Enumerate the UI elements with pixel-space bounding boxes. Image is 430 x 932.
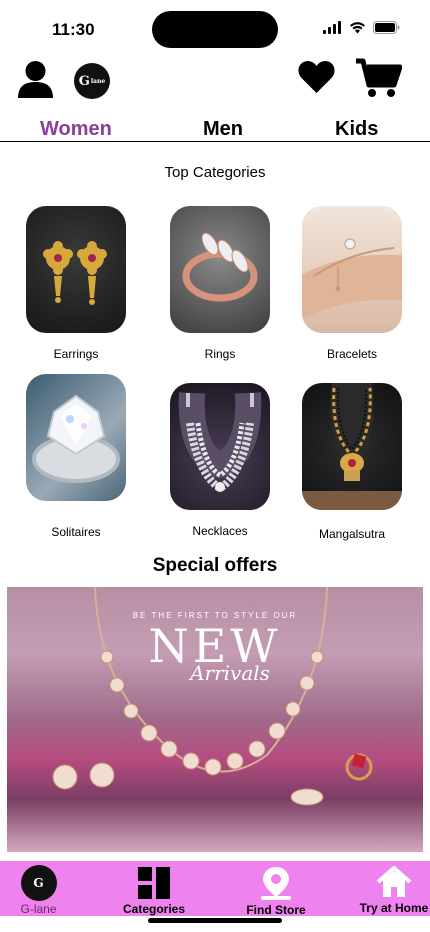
wifi-icon <box>350 22 365 34</box>
cart-icon[interactable] <box>356 58 402 98</box>
nav-find-store[interactable]: Find Store <box>244 865 308 917</box>
app-header: Glane <box>0 58 430 102</box>
category-solitaires[interactable]: Solitaires <box>21 374 131 539</box>
gender-tabs: Women Men Kids <box>0 116 430 142</box>
category-necklaces[interactable]: Necklaces <box>165 383 275 538</box>
dynamic-island <box>152 11 278 48</box>
nav-categories[interactable]: Categories <box>118 867 190 916</box>
category-label: Necklaces <box>192 524 248 538</box>
nav-label: Find Store <box>246 903 306 917</box>
category-label: Mangalsutra <box>318 527 386 541</box>
brand-logo-icon: G <box>20 865 57 901</box>
location-pin-icon <box>261 867 291 900</box>
home-icon <box>376 866 412 897</box>
status-time: 11:30 <box>52 20 95 39</box>
status-icons <box>323 21 400 34</box>
bracelets-image <box>302 206 402 333</box>
top-categories-title: Top Categories <box>164 164 266 181</box>
heart-icon[interactable] <box>298 60 335 94</box>
nav-label: Categories <box>122 902 186 916</box>
categories-icon <box>138 867 170 899</box>
special-offers-title: Special offers <box>152 555 278 576</box>
tab-men[interactable]: Men <box>203 118 243 141</box>
signal-icon <box>323 21 341 34</box>
tab-women[interactable]: Women <box>40 118 112 141</box>
necklaces-image <box>170 383 270 510</box>
category-bracelets[interactable]: Bracelets <box>297 206 407 361</box>
nav-label: G-lane <box>20 902 57 916</box>
bottom-nav: G G-lane Categories Find Store Try at Ho… <box>0 861 430 917</box>
mangalsutra-image <box>302 383 402 510</box>
user-icon[interactable] <box>17 60 54 98</box>
nav-glane[interactable]: G G-lane <box>16 865 61 916</box>
solitaires-image <box>26 374 126 501</box>
earrings-image <box>26 206 126 333</box>
category-label: Solitaires <box>51 525 101 539</box>
category-mangalsutra[interactable]: Mangalsutra <box>297 383 407 541</box>
home-indicator <box>148 918 282 923</box>
category-label: Bracelets <box>326 347 378 361</box>
tab-kids[interactable]: Kids <box>335 118 378 141</box>
category-label: Rings <box>204 347 236 361</box>
nav-label: Try at Home <box>359 901 429 915</box>
nav-try-at-home[interactable]: Try at Home <box>358 865 430 915</box>
status-bar: 11:30 <box>0 0 430 56</box>
category-label: Earrings <box>53 347 99 361</box>
battery-icon <box>373 21 400 34</box>
banner-subline: Arrivals <box>190 661 270 685</box>
rings-image <box>170 206 270 333</box>
new-arrivals-banner[interactable]: BE THE FIRST TO STYLE OUR NEW Arrivals <box>7 587 423 852</box>
brand-logo[interactable]: Glane <box>74 63 110 99</box>
category-earrings[interactable]: Earrings <box>21 206 131 361</box>
category-rings[interactable]: Rings <box>165 206 275 361</box>
